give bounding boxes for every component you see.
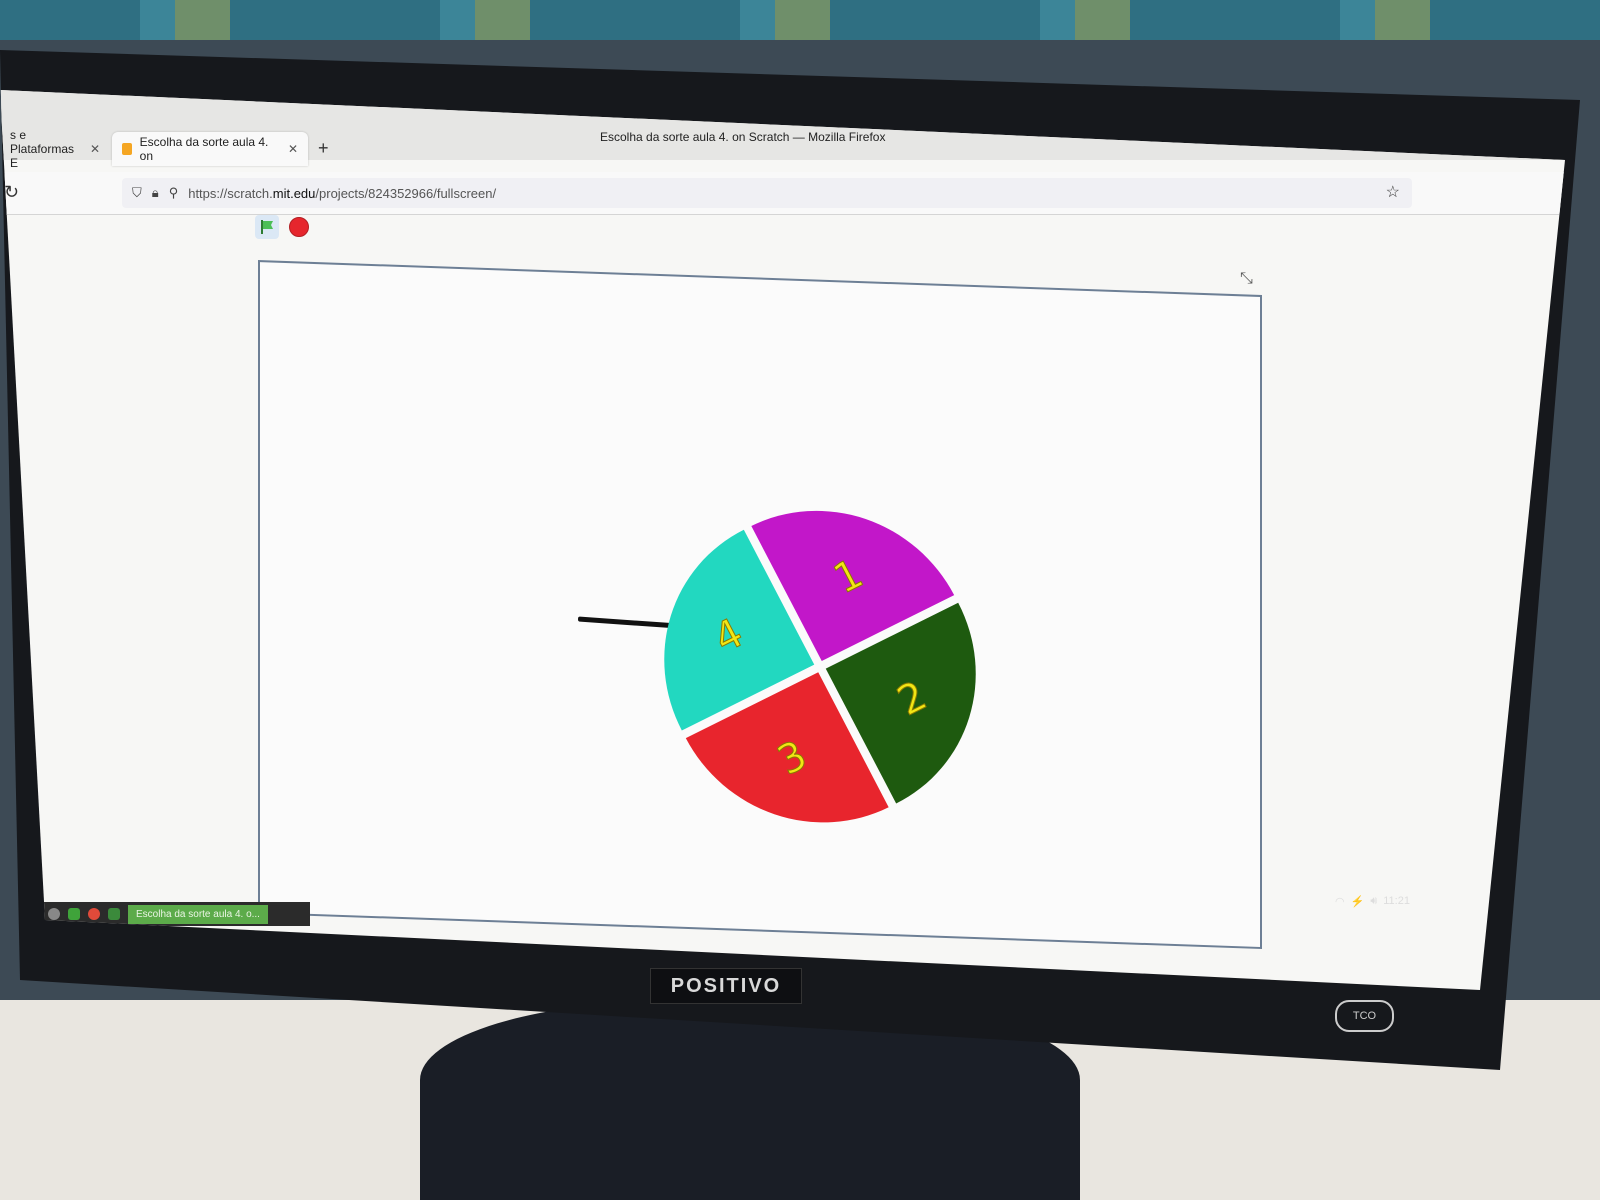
system-tray: ◠ ⚡ 🔊︎ 11:21: [1335, 895, 1410, 908]
exit-fullscreen-icon[interactable]: ⤡: [1240, 270, 1253, 288]
tab-plataformas[interactable]: s e Plataformas E ✕: [0, 128, 110, 170]
taskbar-firefox-window[interactable]: Escolha da sorte aula 4. o...: [128, 904, 268, 924]
screen: Escolha da sorte aula 4. on Scratch — Mo…: [0, 90, 1565, 990]
lock-icon[interactable]: 🔒︎: [152, 185, 159, 201]
window-blinds: [0, 0, 1600, 40]
tab-label: Escolha da sorte aula 4. on: [139, 135, 269, 163]
menu-icon[interactable]: [48, 908, 60, 920]
close-icon[interactable]: ✕: [288, 142, 298, 156]
firefox-icon[interactable]: [88, 908, 100, 920]
files-icon[interactable]: [68, 908, 80, 920]
player-controls: [255, 215, 309, 239]
new-tab-icon[interactable]: +: [318, 138, 329, 159]
window-title: Escolha da sorte aula 4. on Scratch — Mo…: [600, 130, 886, 144]
wifi-icon[interactable]: ◠: [1335, 895, 1345, 908]
tco-badge: TCO: [1335, 1000, 1394, 1032]
monitor: Escolha da sorte aula 4. on Scratch — Mo…: [0, 50, 1580, 1070]
taskbar: Escolha da sorte aula 4. o...: [40, 902, 310, 926]
tab-escolha-da-sorte[interactable]: Escolha da sorte aula 4. on ✕: [112, 132, 308, 166]
url-path: /projects/824352966/fullscreen/: [315, 185, 497, 201]
folder-icon[interactable]: [108, 908, 120, 920]
scratch-stage[interactable]: 1234: [258, 260, 1262, 950]
tab-label: s e Plataformas E: [10, 128, 75, 170]
close-icon[interactable]: ✕: [90, 142, 100, 156]
bookmark-star-icon[interactable]: ☆: [1386, 182, 1400, 202]
url-prefix: https://scratch.: [188, 185, 273, 201]
stop-button[interactable]: [289, 217, 309, 237]
titlebar: Escolha da sorte aula 4. on Scratch — Mo…: [0, 90, 1565, 170]
url-text[interactable]: https://scratch.mit.edu/projects/8243529…: [188, 186, 496, 201]
monitor-brand-logo: POSITIVO: [650, 968, 802, 1004]
url-bar[interactable]: ⛉ 🔒︎ ⚲ https://scratch.mit.edu/projects/…: [122, 178, 1412, 208]
scratch-favicon-icon: [122, 143, 132, 155]
navbar: ↻ ⛉ 🔒︎ ⚲ https://scratch.mit.edu/project…: [0, 172, 1565, 215]
shield-icon[interactable]: ⛉: [132, 185, 142, 201]
url-host: mit.edu: [272, 185, 316, 201]
green-flag-icon: [261, 220, 273, 234]
fortune-wheel[interactable]: 1234: [650, 501, 990, 833]
taskbar-item-label: Escolha da sorte aula 4. o...: [136, 908, 260, 920]
volume-icon[interactable]: 🔊︎: [1370, 895, 1377, 908]
reload-icon[interactable]: ↻: [4, 182, 19, 203]
permissions-icon[interactable]: ⚲: [169, 185, 179, 201]
clock[interactable]: 11:21: [1383, 895, 1410, 908]
green-flag-button[interactable]: [255, 215, 279, 239]
power-icon[interactable]: ⚡: [1351, 895, 1365, 908]
